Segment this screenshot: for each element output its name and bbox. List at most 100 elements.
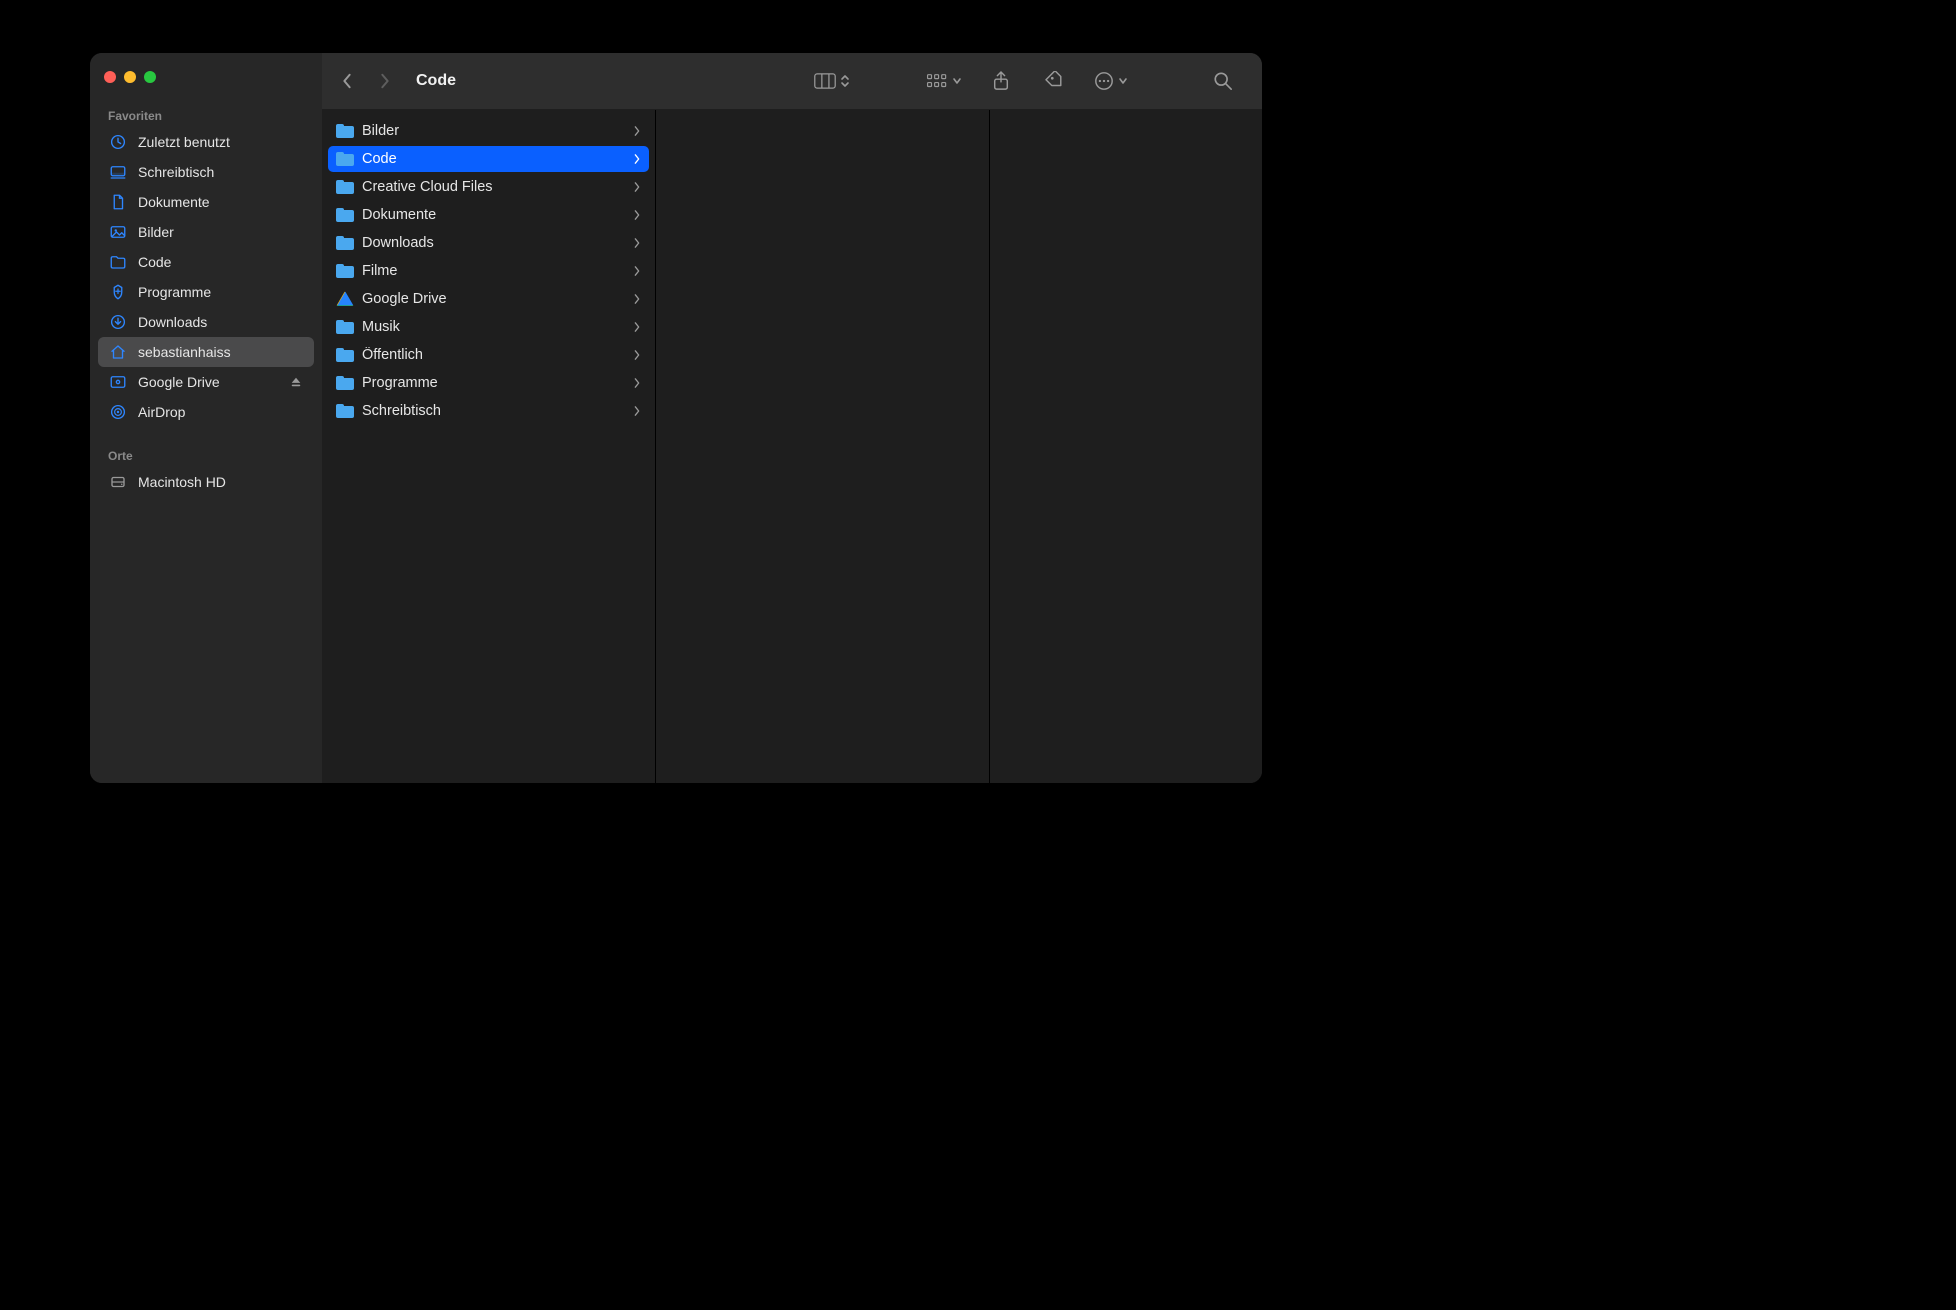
images-icon: [108, 222, 128, 242]
column-1: [656, 110, 990, 783]
folder-row[interactable]: Bilder: [328, 118, 649, 144]
folder-row[interactable]: Programme: [328, 370, 649, 396]
folder-row[interactable]: Musik: [328, 314, 649, 340]
sidebar-section-heading: Orte: [90, 441, 322, 467]
document-icon: [108, 192, 128, 212]
sidebar-item-document[interactable]: Dokumente: [98, 187, 314, 217]
folder-row[interactable]: Dokumente: [328, 202, 649, 228]
column-2: [990, 110, 1262, 783]
sidebar-section-heading: Favoriten: [90, 101, 322, 127]
sidebar-item-images[interactable]: Bilder: [98, 217, 314, 247]
sidebar-item-label: Schreibtisch: [138, 164, 304, 180]
chevron-right-icon: [633, 319, 641, 336]
folder-row[interactable]: Google Drive: [328, 286, 649, 312]
sidebar-item-label: Bilder: [138, 224, 304, 240]
folder-row[interactable]: Creative Cloud Files: [328, 174, 649, 200]
eject-icon[interactable]: [288, 374, 304, 390]
sidebar-item-label: Dokumente: [138, 194, 304, 210]
main-area: Code: [322, 53, 1262, 783]
disk-icon: [108, 472, 128, 492]
chevron-right-icon: [633, 403, 641, 420]
folder-icon: [336, 346, 354, 364]
apps-icon: [108, 282, 128, 302]
chevron-right-icon: [633, 263, 641, 280]
close-window-button[interactable]: [104, 71, 116, 83]
folder-row[interactable]: Code: [328, 146, 649, 172]
minimize-window-button[interactable]: [124, 71, 136, 83]
sidebar-item-label: AirDrop: [138, 404, 304, 420]
folder-icon: [336, 178, 354, 196]
folder-label: Bilder: [362, 123, 625, 139]
chevron-right-icon: [633, 151, 641, 168]
folder-icon: [336, 318, 354, 336]
tags-button[interactable]: [1034, 66, 1076, 96]
folder-icon: [336, 150, 354, 168]
folder-icon: [336, 374, 354, 392]
airdrop-icon: [108, 402, 128, 422]
sidebar-item-home[interactable]: sebastianhaiss: [98, 337, 314, 367]
folder-icon: [336, 206, 354, 224]
finder-window: Favoriten Zuletzt benutzt Schreibtisch Dok…: [90, 53, 1262, 783]
folder-icon: [336, 122, 354, 140]
folder-label: Filme: [362, 263, 625, 279]
sidebar-item-disk[interactable]: Macintosh HD: [98, 467, 314, 497]
chevron-right-icon: [633, 235, 641, 252]
folder-row[interactable]: Downloads: [328, 230, 649, 256]
folder-row[interactable]: Filme: [328, 258, 649, 284]
folder-row[interactable]: Schreibtisch: [328, 398, 649, 424]
sidebar-item-airdrop[interactable]: AirDrop: [98, 397, 314, 427]
sidebar-item-drive[interactable]: Google Drive: [98, 367, 314, 397]
window-title: Code: [416, 72, 456, 90]
chevron-right-icon: [633, 347, 641, 364]
desktop-icon: [108, 162, 128, 182]
sidebar-item-label: Programme: [138, 284, 304, 300]
folder-label: Code: [362, 151, 625, 167]
folder-label: Downloads: [362, 235, 625, 251]
sidebar-item-desktop[interactable]: Schreibtisch: [98, 157, 314, 187]
forward-button[interactable]: [372, 68, 398, 94]
chevron-right-icon: [633, 123, 641, 140]
column-view: Bilder Code Creative Cloud Files Dokumente D…: [322, 110, 1262, 783]
window-controls: [90, 67, 322, 101]
folder-icon: [336, 234, 354, 252]
folder-label: Öffentlich: [362, 347, 625, 363]
sidebar-item-label: Downloads: [138, 314, 304, 330]
folder-label: Musik: [362, 319, 625, 335]
chevron-right-icon: [633, 207, 641, 224]
folder-label: Creative Cloud Files: [362, 179, 625, 195]
folder-label: Schreibtisch: [362, 403, 625, 419]
folder-icon: [336, 262, 354, 280]
google-drive-icon: [336, 290, 354, 308]
search-button[interactable]: [1202, 66, 1244, 96]
sidebar-item-folder[interactable]: Code: [98, 247, 314, 277]
home-icon: [108, 342, 128, 362]
drive-icon: [108, 372, 128, 392]
folder-label: Dokumente: [362, 207, 625, 223]
chevron-right-icon: [633, 375, 641, 392]
action-menu-button[interactable]: [1088, 66, 1134, 96]
share-button[interactable]: [980, 66, 1022, 96]
chevron-right-icon: [633, 179, 641, 196]
back-button[interactable]: [334, 68, 360, 94]
folder-row[interactable]: Öffentlich: [328, 342, 649, 368]
zoom-window-button[interactable]: [144, 71, 156, 83]
toolbar: Code: [322, 53, 1262, 110]
sidebar: Favoriten Zuletzt benutzt Schreibtisch Dok…: [90, 53, 322, 783]
clock-icon: [108, 132, 128, 152]
folder-label: Google Drive: [362, 291, 625, 307]
chevron-right-icon: [633, 291, 641, 308]
sidebar-item-clock[interactable]: Zuletzt benutzt: [98, 127, 314, 157]
sidebar-item-download[interactable]: Downloads: [98, 307, 314, 337]
sidebar-favorites-list: Zuletzt benutzt Schreibtisch Dokumente Bild…: [90, 127, 322, 427]
folder-icon: [336, 402, 354, 420]
sidebar-locations-list: Macintosh HD: [90, 467, 322, 497]
sidebar-item-label: Google Drive: [138, 374, 278, 390]
sidebar-item-label: Macintosh HD: [138, 474, 304, 490]
download-icon: [108, 312, 128, 332]
sidebar-item-apps[interactable]: Programme: [98, 277, 314, 307]
group-by-button[interactable]: [920, 66, 968, 96]
sidebar-item-label: Code: [138, 254, 304, 270]
folder-label: Programme: [362, 375, 625, 391]
sidebar-item-label: sebastianhaiss: [138, 344, 304, 360]
view-columns-button[interactable]: [808, 66, 856, 96]
